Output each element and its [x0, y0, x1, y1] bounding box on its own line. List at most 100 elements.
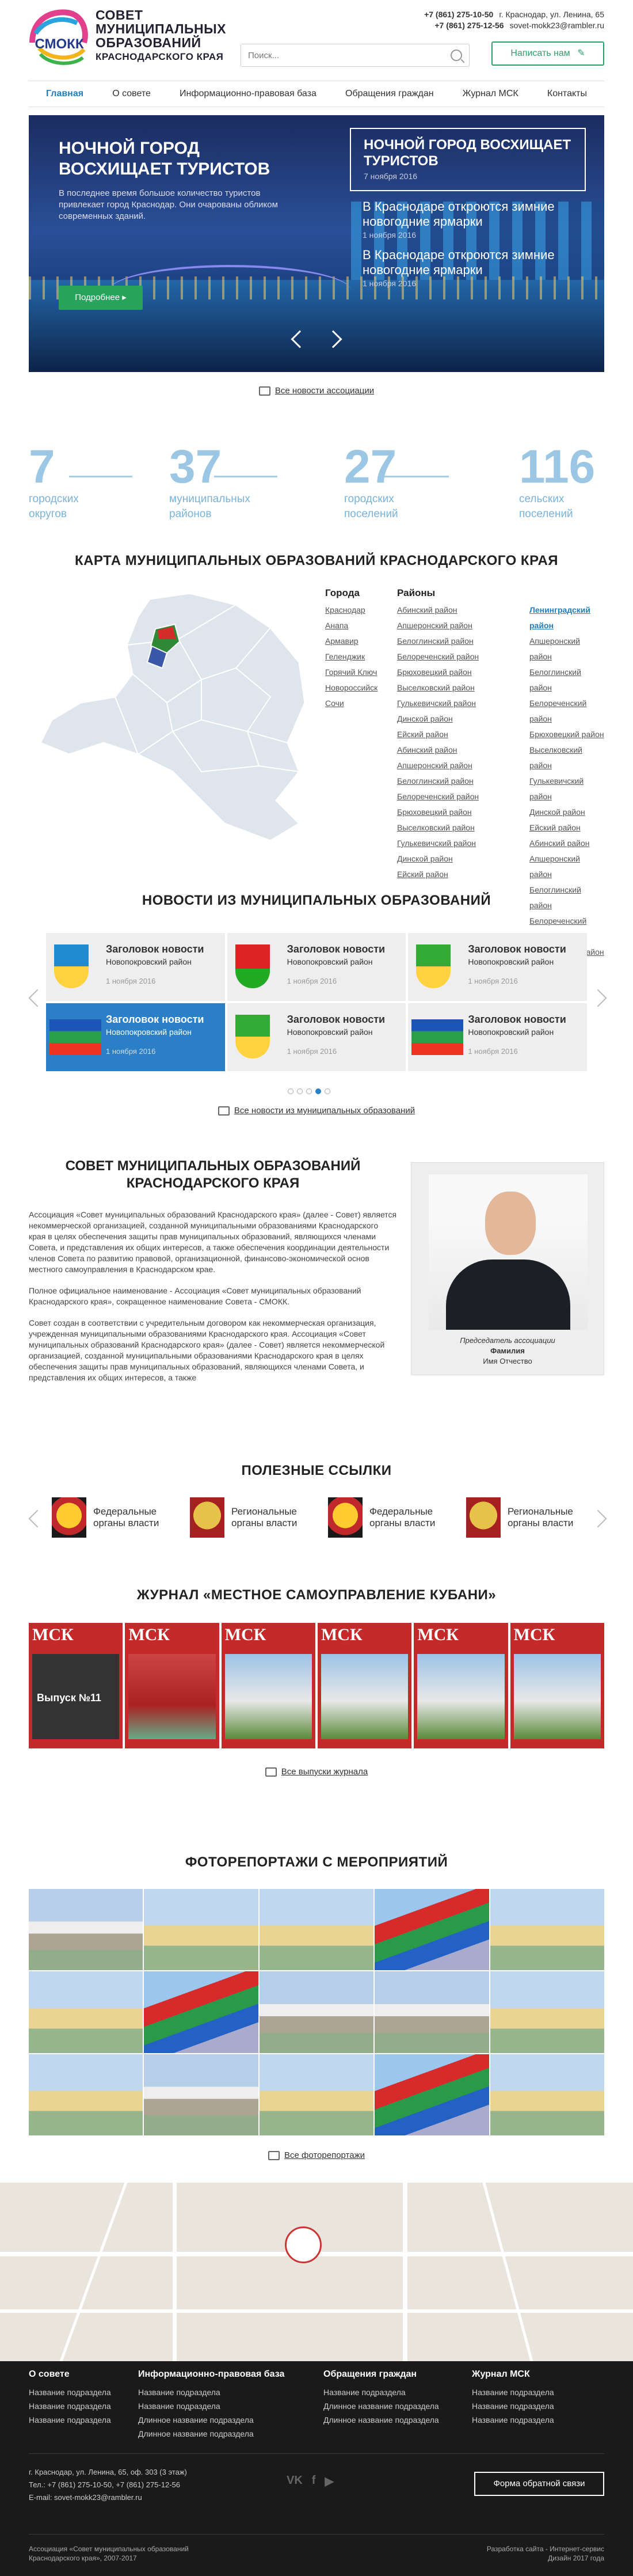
news-card[interactable]: Заголовок новости Новопокровский район 1… — [46, 933, 225, 1001]
news-card[interactable]: Заголовок новости Новопокровский район 1… — [46, 1003, 225, 1071]
district-link[interactable]: Брюховецкий район — [397, 805, 529, 820]
feedback-form-button[interactable]: Форма обратной связи — [474, 2472, 604, 2496]
nav-legal-base[interactable]: Информационно-правовая база — [180, 89, 316, 99]
nav-contacts[interactable]: Контакты — [547, 89, 587, 99]
footer-link[interactable]: Название подраздела — [138, 2399, 284, 2413]
hero-side-item[interactable]: В Краснодаре откроются зимние новогодние… — [350, 240, 586, 288]
city-link[interactable]: Горячий Ключ — [325, 665, 388, 680]
news-card[interactable]: Заголовок новости Новопокровский район 1… — [227, 933, 406, 1001]
district-link[interactable]: Ейский район — [397, 867, 529, 882]
magazine-cover[interactable]: МСК — [414, 1623, 508, 1748]
hero-more-button[interactable]: Подробнее ▸ — [59, 286, 143, 310]
district-link[interactable]: Гулькевичский район — [397, 696, 529, 711]
location-map[interactable] — [0, 2183, 633, 2361]
chevron-right-icon[interactable] — [589, 1509, 607, 1528]
footer-link[interactable]: Название подраздела — [138, 2385, 284, 2399]
district-link[interactable]: Апшеронский район — [397, 618, 529, 633]
useful-link[interactable]: Региональные органы власти — [466, 1497, 573, 1538]
all-municipal-news[interactable]: Все новости из муниципальных образований — [29, 1106, 604, 1116]
footer-link[interactable]: Длинное название подраздела — [323, 2413, 439, 2427]
district-link[interactable]: Апшеронский район — [529, 633, 604, 665]
carousel-dot-active[interactable] — [315, 1088, 321, 1094]
district-link[interactable]: Абинский район — [529, 836, 604, 851]
photo-tile[interactable] — [490, 1971, 604, 2053]
footer-link[interactable]: Название подраздела — [472, 2385, 554, 2399]
district-link[interactable]: Динской район — [397, 851, 529, 867]
footer-link[interactable]: Название подраздела — [323, 2385, 439, 2399]
youtube-icon[interactable]: ▶ — [325, 2474, 333, 2488]
district-link[interactable]: Апшеронский район — [529, 851, 604, 882]
carousel-dot[interactable] — [306, 1088, 312, 1094]
write-us-button[interactable]: Написать нам ✎ — [491, 41, 604, 66]
photo-tile[interactable] — [259, 1971, 374, 2053]
city-link[interactable]: Новороссийск — [325, 680, 388, 696]
magazine-cover[interactable]: МСК — [125, 1623, 219, 1748]
footer-col-head[interactable]: Информационно-правовая база — [138, 2369, 284, 2380]
facebook-icon[interactable]: f — [312, 2474, 316, 2488]
footer-link[interactable]: Длинное название подраздела — [138, 2413, 284, 2427]
footer-link[interactable]: Название подраздела — [472, 2399, 554, 2413]
news-card[interactable]: Заголовок новости Новопокровский район 1… — [408, 1003, 587, 1071]
photo-tile[interactable] — [29, 1889, 143, 1971]
city-link[interactable]: Армавир — [325, 633, 388, 649]
photo-tile[interactable] — [375, 1889, 489, 1971]
district-link[interactable]: Ейский район — [397, 727, 529, 742]
district-link[interactable]: Ейский район — [529, 820, 604, 836]
useful-link[interactable]: Региональные органы власти — [190, 1497, 297, 1538]
chevron-left-icon[interactable] — [28, 989, 47, 1007]
footer-link[interactable]: Название подраздела — [29, 2385, 111, 2399]
district-link[interactable]: Динской район — [529, 805, 604, 820]
hero-side-item[interactable]: Ночной город восхищает туристов 7 ноября… — [350, 128, 586, 191]
district-link[interactable]: Белореченский район — [397, 789, 529, 805]
city-link[interactable]: Анапа — [325, 618, 388, 633]
search-input[interactable] — [241, 44, 425, 66]
photo-tile[interactable] — [144, 1889, 258, 1971]
photo-tile[interactable] — [259, 1889, 374, 1971]
district-link[interactable]: Выселковский район — [397, 680, 529, 696]
region-map[interactable] — [29, 582, 316, 847]
carousel-dot[interactable] — [288, 1088, 293, 1094]
carousel-dot[interactable] — [297, 1088, 303, 1094]
photo-tile[interactable] — [29, 1971, 143, 2053]
photo-tile[interactable] — [490, 2054, 604, 2135]
footer-col-head[interactable]: О совете — [29, 2369, 111, 2380]
magazine-cover[interactable]: МСК — [317, 1623, 412, 1748]
district-link[interactable]: Белоглинский район — [529, 665, 604, 696]
magazine-cover[interactable]: МСК — [510, 1623, 604, 1748]
nav-about[interactable]: О совете — [112, 89, 151, 99]
useful-link[interactable]: Федеральные органы власти — [52, 1497, 159, 1538]
chevron-left-icon[interactable] — [28, 1509, 47, 1528]
location-pin-icon[interactable] — [285, 2226, 322, 2263]
photo-tile[interactable] — [144, 2054, 258, 2135]
all-association-news[interactable]: Все новости ассоциации — [0, 386, 633, 396]
district-link[interactable]: Выселковский район — [529, 742, 604, 773]
news-card[interactable]: Заголовок новости Новопокровский район 1… — [408, 933, 587, 1001]
footer-link[interactable]: Название подраздела — [29, 2413, 111, 2427]
magazine-cover[interactable]: МСК Выпуск №11 — [29, 1623, 123, 1748]
city-link[interactable]: Сочи — [325, 696, 388, 711]
city-link[interactable]: Краснодар — [325, 602, 388, 618]
district-link[interactable]: Белореченский район — [397, 649, 529, 665]
district-link[interactable]: Белоглинский район — [397, 773, 529, 789]
photo-tile[interactable] — [375, 2054, 489, 2135]
district-link[interactable]: Абинский район — [397, 602, 529, 618]
developer-line[interactable]: Разработка сайта - Интернет-сервис — [487, 2544, 604, 2554]
email-link[interactable]: sovet-mokk23@rambler.ru — [510, 21, 604, 30]
nav-journal[interactable]: Журнал МСК — [463, 89, 518, 99]
district-link[interactable]: Брюховецкий район — [529, 727, 604, 742]
district-link[interactable]: Гулькевичский район — [529, 773, 604, 805]
district-link-active[interactable]: Ленинградский район — [529, 602, 604, 633]
footer-col-head[interactable]: Обращения граждан — [323, 2369, 439, 2380]
footer-col-head[interactable]: Журнал МСК — [472, 2369, 554, 2380]
magazine-cover[interactable]: МСК — [221, 1623, 315, 1748]
city-link[interactable]: Геленджик — [325, 649, 388, 665]
photo-tile[interactable] — [490, 1889, 604, 1971]
district-link[interactable]: Гулькевичский район — [397, 836, 529, 851]
district-link[interactable]: Белоглинский район — [397, 633, 529, 649]
useful-link[interactable]: Федеральные органы власти — [328, 1497, 435, 1538]
photo-tile[interactable] — [375, 1971, 489, 2053]
all-photo-reports[interactable]: Все фоторепортажи — [29, 2150, 604, 2161]
vk-icon[interactable]: VK — [287, 2474, 303, 2488]
footer-email[interactable]: E-mail: sovet-mokk23@rambler.ru — [29, 2491, 187, 2504]
chevron-right-icon[interactable] — [589, 989, 607, 1007]
